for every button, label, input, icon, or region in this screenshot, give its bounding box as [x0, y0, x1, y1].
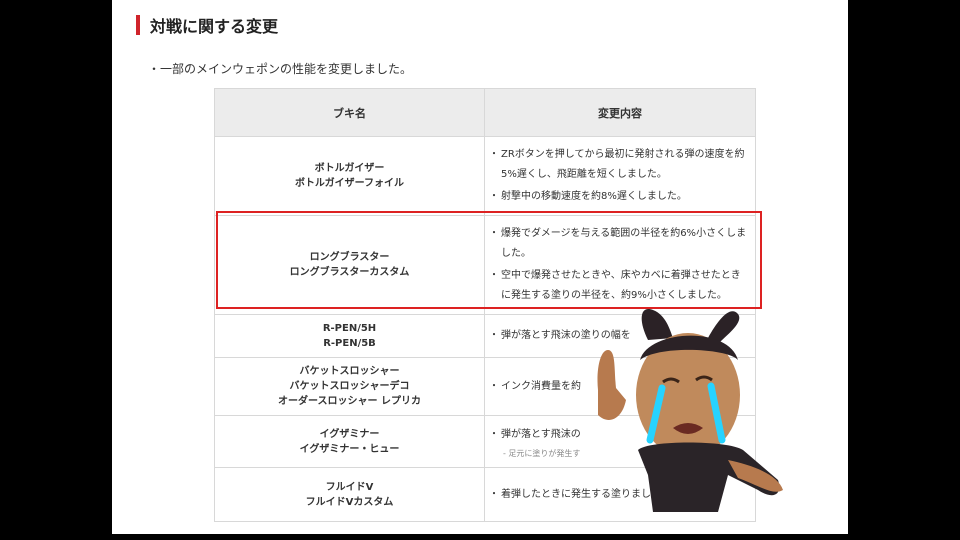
ear-right: [708, 311, 740, 342]
weapon-name: バケットスロッシャーデコ: [289, 381, 410, 392]
change-item: ZRボタンを押してから最初に発射される弾の速度を約5%遅くし、飛距離を短くしまし…: [489, 145, 749, 185]
weapon-name-cell: フルイドV フルイドVカスタム: [214, 467, 485, 522]
heading-accent-bar: [136, 15, 140, 35]
ear-left: [641, 309, 673, 340]
change-cell: ZRボタンを押してから最初に発射される弾の速度を約5%遅くし、飛距離を短くしまし…: [484, 136, 756, 216]
weapon-name: オーダースロッシャー レプリカ: [278, 396, 421, 407]
weapon-name: イグザミナー・ヒュー: [299, 443, 400, 455]
weapon-name: R-PEN/5H: [322, 323, 377, 334]
weapon-name: バケットスロッシャー: [299, 366, 400, 377]
table-row: ボトルガイザー ボトルガイザーフォイル ZRボタンを押してから最初に発射される弾…: [214, 136, 756, 216]
section-title: 対戦に関する変更: [150, 17, 279, 36]
section-heading: 対戦に関する変更: [136, 12, 278, 38]
weapon-name: フルイドV: [325, 481, 374, 493]
table-header-row: ブキ名 変更内容: [214, 88, 756, 137]
weapon-name-cell: R-PEN/5H R-PEN/5B: [214, 314, 485, 358]
weapon-name: フルイドVカスタム: [305, 496, 394, 508]
weapon-name: ボトルガイザー: [314, 163, 385, 174]
weapon-name: ボトルガイザーフォイル: [294, 178, 405, 189]
raised-hand: [597, 350, 626, 420]
column-header-changes: 変更内容: [484, 88, 756, 137]
column-header-weapon: ブキ名: [214, 88, 485, 137]
crying-face-sticker: [597, 309, 783, 512]
weapon-name: R-PEN/5B: [323, 338, 376, 349]
weapon-name-cell: ボトルガイザー ボトルガイザーフォイル: [214, 136, 485, 216]
weapon-name: イグザミナー: [319, 428, 380, 440]
intro-text: ・一部のメインウェポンの性能を変更しました。: [148, 62, 413, 76]
change-item: 射撃中の移動速度を約8%遅くしました。: [489, 187, 749, 207]
weapon-name-cell: バケットスロッシャー バケットスロッシャーデコ オーダースロッシャー レプリカ: [214, 357, 485, 416]
highlight-box: [216, 211, 762, 309]
weapon-name-cell: イグザミナー イグザミナー・ヒュー: [214, 415, 485, 468]
